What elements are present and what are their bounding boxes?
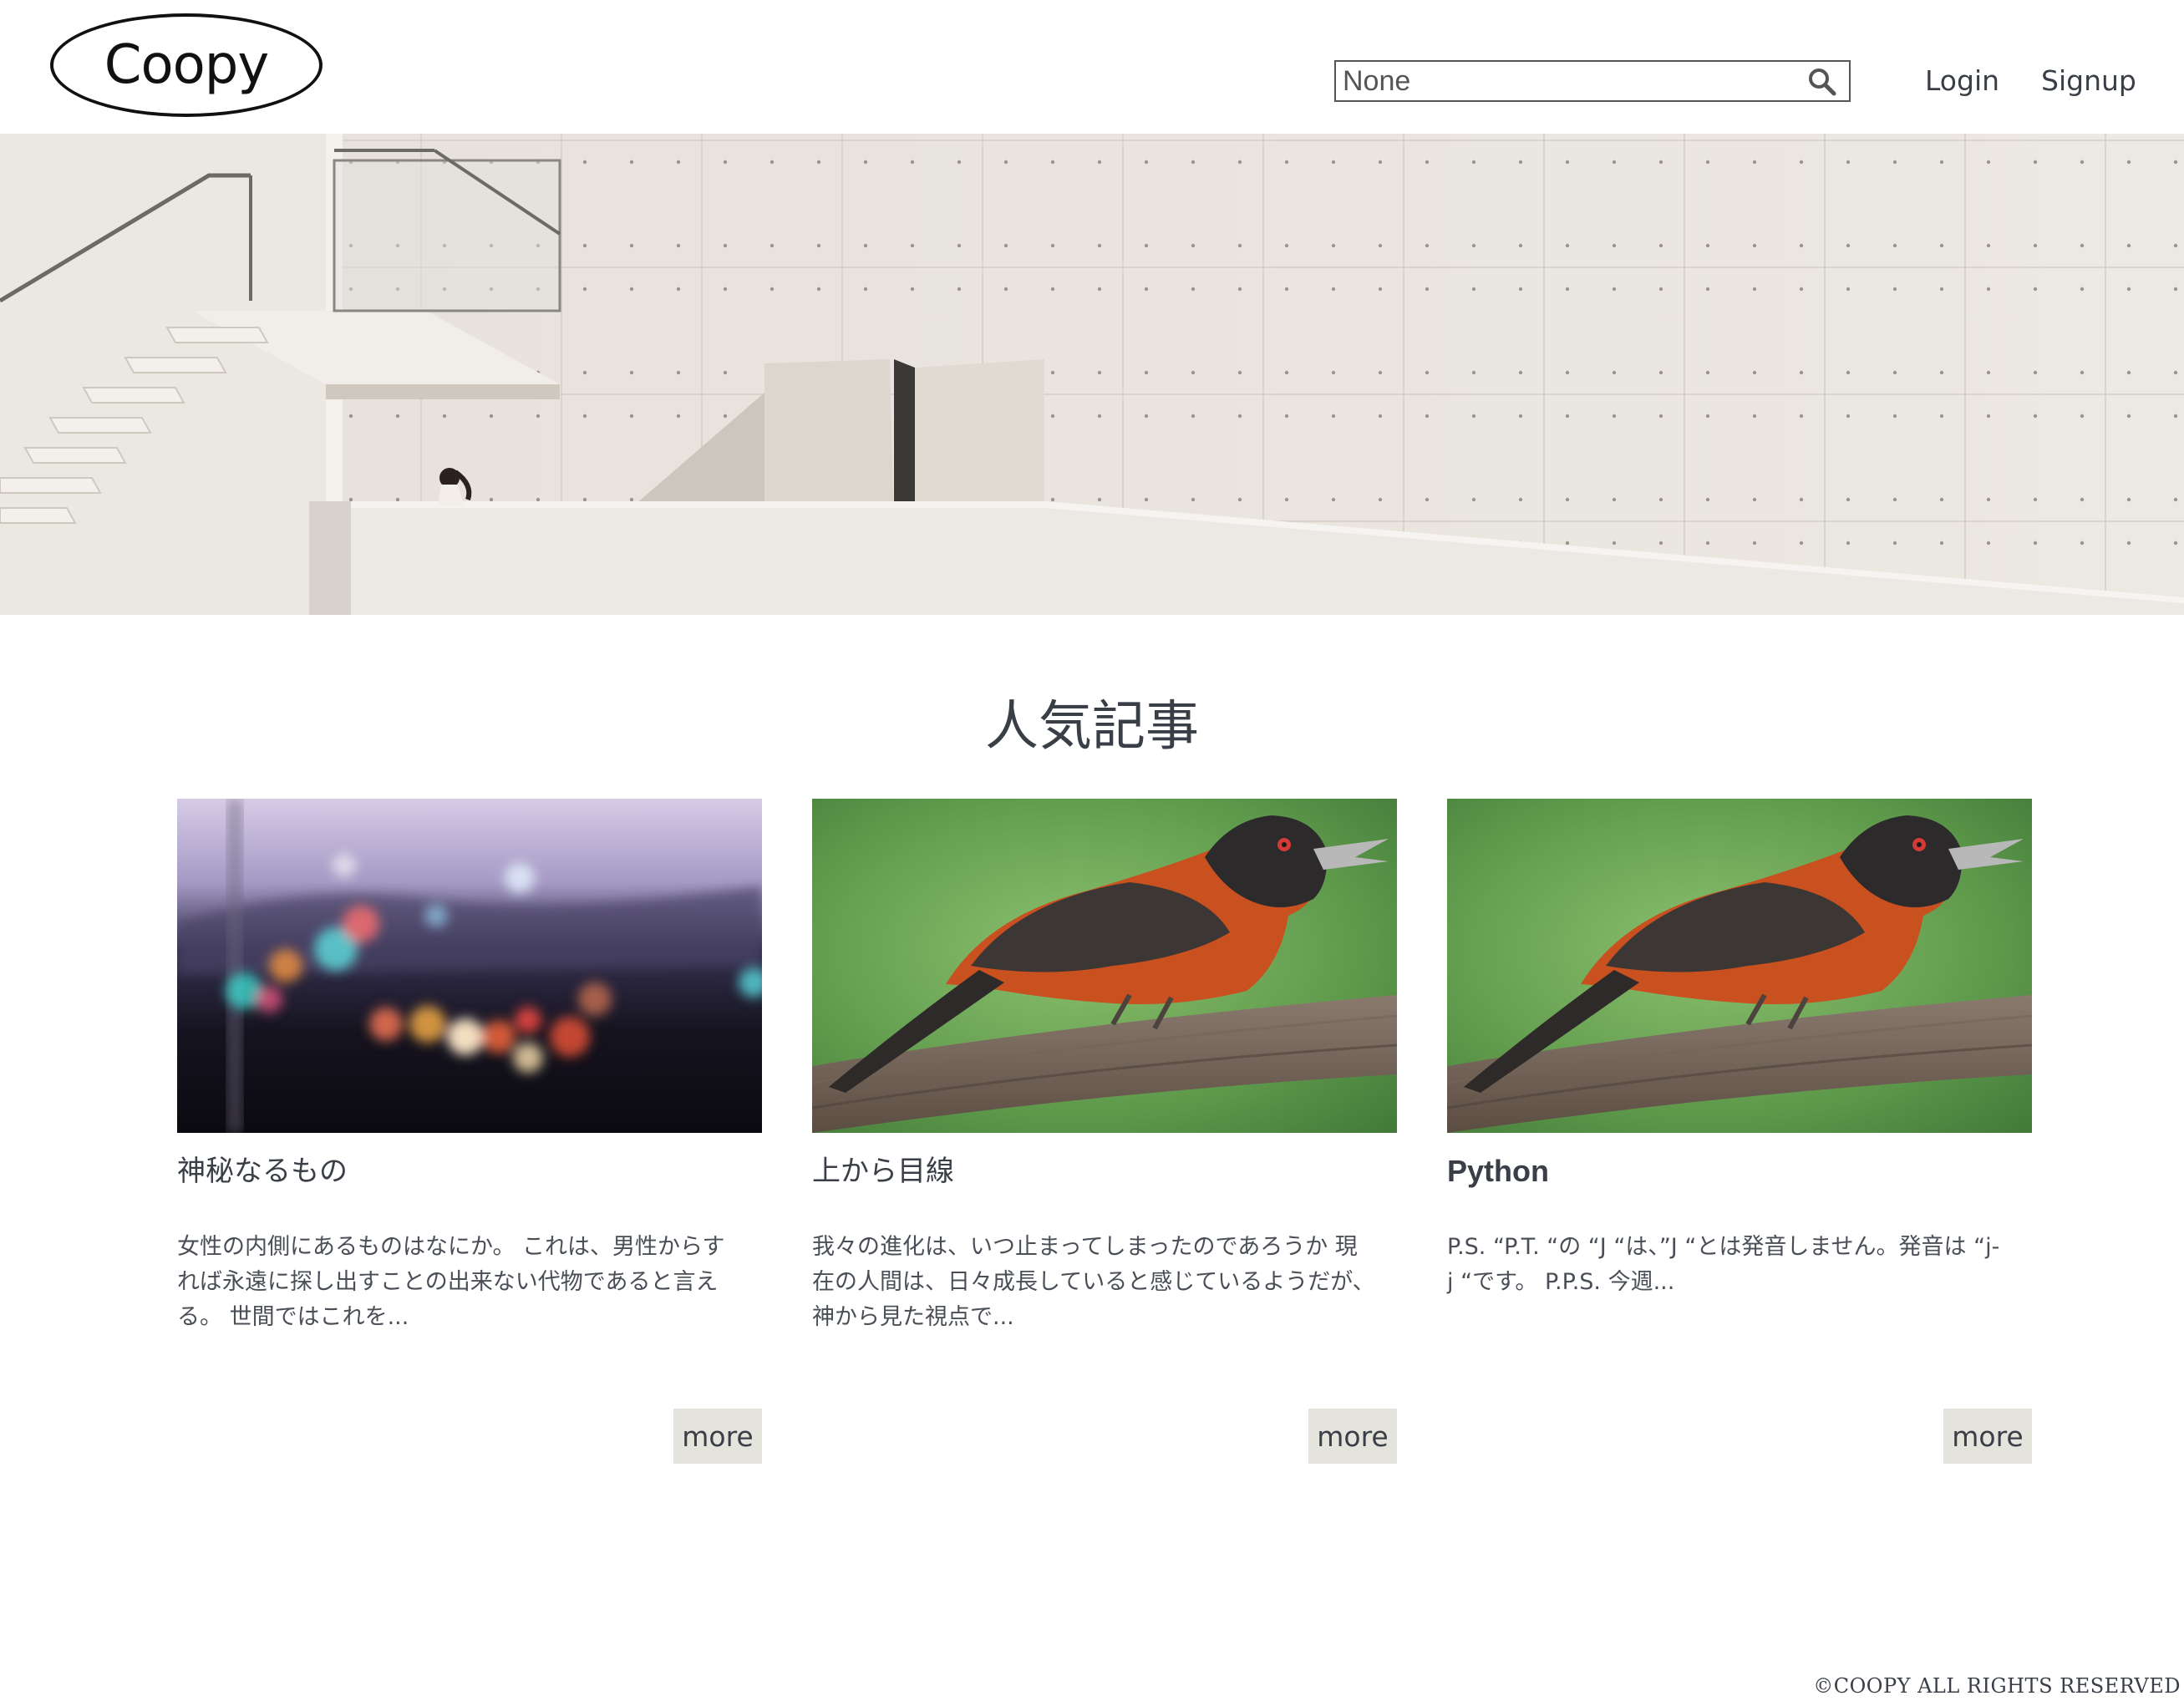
article-excerpt: 我々の進化は、いつ止まってしまったのであろうか 現 在の人間は、日々成長している… [812,1230,1397,1335]
signup-link[interactable]: Signup [2041,60,2136,102]
article-thumbnail[interactable] [177,799,762,1133]
search-icon[interactable] [1807,67,1837,97]
bird-image [812,799,1397,1133]
hero-architecture-image [0,134,2184,615]
bird-image [1447,799,2032,1133]
article-title[interactable]: 上から目線 [812,1148,1397,1195]
article-card: Python P.S. “P.T. “の “J “は、”J “とは発音しません。… [1447,799,2032,1464]
article-excerpt: 女性の内側にあるものはなにか。 これは、男性からす れば永遠に探し出すことの出来… [177,1230,762,1335]
search-box[interactable] [1334,60,1851,102]
article-thumbnail[interactable] [1447,799,2032,1133]
article-title[interactable]: 神秘なるもの [177,1148,762,1195]
excerpt-line: れば永遠に探し出すことの出来ない代物であると言え [177,1269,719,1295]
site-logo[interactable]: Coopy [50,13,323,117]
excerpt-line: 女性の内側にあるものはなにか。 これは、男性からす [177,1234,725,1260]
excerpt-line: P.S. “P.T. “の “J “は、”J “とは発音しません。発音は “j- [1447,1234,2000,1260]
copyright-footer: ©COOPY ALL RIGHTS RESERVED [1813,1674,2181,1698]
article-card: 上から目線 我々の進化は、いつ止まってしまったのであろうか 現 在の人間は、日々… [812,799,1397,1464]
article-excerpt: P.S. “P.T. “の “J “は、”J “とは発音しません。発音は “j-… [1447,1230,2032,1300]
excerpt-line: j “です。 P.P.S. 今週... [1447,1269,1675,1295]
excerpt-line: 在の人間は、日々成長していると感じているようだが、 [812,1269,1375,1295]
article-thumbnail[interactable] [812,799,1397,1133]
popular-articles-heading: 人気記事 [985,696,1199,758]
site-header: Coopy Login Signup [0,0,2184,134]
hero-banner [0,134,2184,615]
more-button[interactable]: more [673,1409,762,1464]
logo-text: Coopy [104,34,269,96]
excerpt-line: る。 世間ではこれを... [177,1304,409,1330]
login-link[interactable]: Login [1925,60,1999,102]
more-button[interactable]: more [1308,1409,1397,1464]
more-button[interactable]: more [1943,1409,2032,1464]
bokeh-lights-image [177,799,762,1133]
article-card: 神秘なるもの 女性の内側にあるものはなにか。 これは、男性からす れば永遠に探し… [177,799,762,1464]
excerpt-line: 神から見た視点で... [812,1304,1014,1330]
excerpt-line: 我々の進化は、いつ止まってしまったのであろうか 現 [812,1234,1358,1260]
search-input[interactable] [1343,63,1794,99]
article-title[interactable]: Python [1447,1148,2032,1195]
